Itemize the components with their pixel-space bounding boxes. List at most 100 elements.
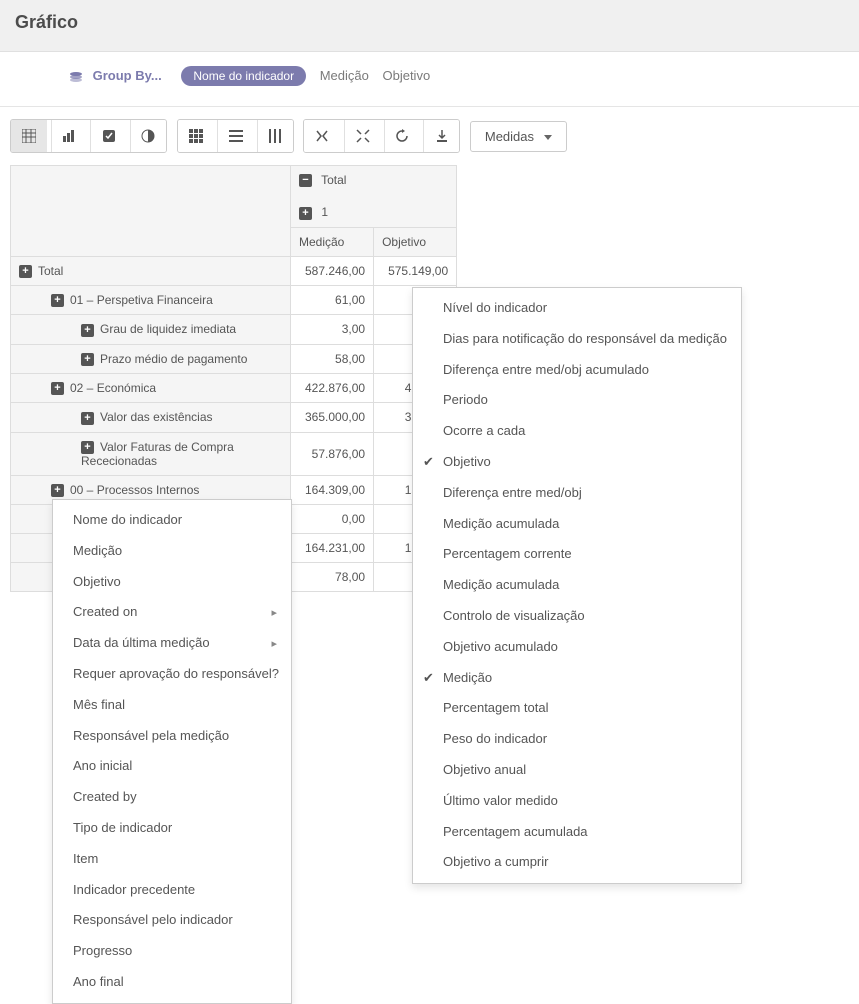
- context-menu-item[interactable]: Ano inicial: [53, 751, 291, 782]
- columns-icon-button[interactable]: [257, 120, 293, 152]
- pivot-row-header[interactable]: Valor Faturas de Compra Rececionadas: [11, 432, 291, 475]
- measures-menu-item[interactable]: Percentagem acumulada: [413, 817, 741, 848]
- group-by-bar: Group By... Nome do indicador Medição Ob…: [0, 52, 859, 107]
- measures-menu-item[interactable]: Nível do indicador: [413, 293, 741, 324]
- measures-menu-item[interactable]: Objetivo acumulado: [413, 632, 741, 663]
- row-label-text: 02 – Económica: [70, 381, 156, 395]
- measures-menu-item[interactable]: Diferença entre med/obj: [413, 478, 741, 509]
- expand-icon: [51, 484, 64, 497]
- expand-icon: [81, 353, 94, 366]
- cell-medicao: 164.231,00: [291, 534, 374, 563]
- download-button[interactable]: [423, 120, 459, 152]
- context-menu-item[interactable]: Created by: [53, 782, 291, 813]
- contrast-button[interactable]: [130, 120, 166, 152]
- measures-menu-item[interactable]: Dias para notificação do responsável da …: [413, 324, 741, 355]
- context-menu-item[interactable]: Objetivo: [53, 567, 291, 598]
- page-title: Gráfico: [15, 12, 844, 33]
- pivot-container: Total 1 Medição Objetivo Total587.246,00…: [0, 165, 859, 592]
- pivot-view-button[interactable]: [11, 120, 47, 152]
- pivot-row-header[interactable]: 01 – Perspetiva Financeira: [11, 285, 291, 314]
- refresh-button[interactable]: [384, 120, 420, 152]
- measure-col-header: Objetivo: [374, 227, 457, 256]
- pivot-row-header[interactable]: 02 – Económica: [11, 373, 291, 402]
- expand-icon: [81, 324, 94, 337]
- list-icon-button[interactable]: [217, 120, 253, 152]
- measures-menu-item[interactable]: Periodo: [413, 385, 741, 416]
- collapse-icon: [299, 174, 312, 187]
- measures-menu-item[interactable]: Objetivo: [413, 447, 741, 478]
- measures-menu-item[interactable]: Último valor medido: [413, 786, 741, 817]
- medidas-button[interactable]: Medidas: [470, 121, 567, 152]
- row-label-text: Grau de liquidez imediata: [100, 322, 236, 336]
- context-menu-item[interactable]: Mês final: [53, 690, 291, 721]
- expand-all-button[interactable]: [344, 120, 380, 152]
- submenu-caret-icon: ▸: [271, 636, 277, 654]
- cell-medicao: 61,00: [291, 285, 374, 314]
- pivot-row-header[interactable]: Total: [11, 256, 291, 285]
- context-menu-item[interactable]: Progresso: [53, 936, 291, 967]
- context-menu-item[interactable]: Medição: [53, 536, 291, 567]
- measures-menu-item[interactable]: Controlo de visualização: [413, 601, 741, 632]
- expand-icon: [51, 382, 64, 395]
- groupby-option[interactable]: Objetivo: [382, 68, 430, 83]
- cell-medicao: 78,00: [291, 563, 374, 592]
- cell-medicao: 0,00: [291, 505, 374, 534]
- layers-icon: [69, 68, 87, 83]
- measures-menu-item[interactable]: Diferença entre med/obj acumulado: [413, 355, 741, 386]
- group-by-button[interactable]: Group By...: [69, 68, 165, 83]
- row-label-text: Prazo médio de pagamento: [100, 352, 247, 366]
- context-menu-item[interactable]: Responsável pelo indicador: [53, 905, 291, 936]
- groupby-option[interactable]: Medição: [320, 68, 369, 83]
- pivot-row-header[interactable]: Prazo médio de pagamento: [11, 344, 291, 373]
- measures-dropdown: Nível do indicadorDias para notificação …: [412, 287, 742, 884]
- context-menu-item[interactable]: Created on▸: [53, 597, 291, 628]
- bar-chart-button[interactable]: [51, 120, 87, 152]
- context-menu-item[interactable]: Tipo de indicador: [53, 813, 291, 844]
- cell-medicao: 3,00: [291, 315, 374, 344]
- page-header: Gráfico: [0, 0, 859, 52]
- expand-icon: [299, 207, 312, 220]
- submenu-caret-icon: ▸: [271, 605, 277, 623]
- expand-horizontal-button[interactable]: [304, 120, 340, 152]
- context-menu-item[interactable]: Nome do indicador: [53, 505, 291, 536]
- cell-medicao: 365.000,00: [291, 403, 374, 432]
- corner-cell: [11, 166, 291, 257]
- expand-icon: [81, 441, 94, 454]
- row-label-text: Valor das existências: [100, 410, 213, 424]
- measure-col-header: Medição: [291, 227, 374, 256]
- context-menu-item[interactable]: Requer aprovação do responsável?: [53, 659, 291, 690]
- context-menu-item[interactable]: Ano final: [53, 967, 291, 998]
- measures-menu-item[interactable]: Medição acumulada: [413, 509, 741, 540]
- measures-menu-item[interactable]: Percentagem corrente: [413, 539, 741, 570]
- pivot-row-header[interactable]: Grau de liquidez imediata: [11, 315, 291, 344]
- measures-menu-item[interactable]: Objetivo a cumprir: [413, 847, 741, 878]
- measures-menu-item[interactable]: Peso do indicador: [413, 724, 741, 755]
- groupby-active-pill[interactable]: Nome do indicador: [181, 66, 306, 86]
- row-label-text: Valor Faturas de Compra Rececionadas: [81, 440, 234, 468]
- expand-icon: [81, 412, 94, 425]
- measures-menu-item[interactable]: Medição acumulada: [413, 570, 741, 601]
- measures-menu-item[interactable]: Medição: [413, 663, 741, 694]
- row-label-text: 01 – Perspetiva Financeira: [70, 293, 213, 307]
- measures-menu-item[interactable]: Objetivo anual: [413, 755, 741, 786]
- expand-icon: [51, 294, 64, 307]
- context-menu-item[interactable]: Data da última medição▸: [53, 628, 291, 659]
- checkbox-button[interactable]: [90, 120, 126, 152]
- cell-medicao: 57.876,00: [291, 432, 374, 475]
- context-menu-item[interactable]: Indicador precedente: [53, 875, 291, 906]
- cell-medicao: 164.309,00: [291, 475, 374, 504]
- caret-down-icon: [544, 135, 552, 140]
- grid-icon-button[interactable]: [178, 120, 214, 152]
- measures-menu-item[interactable]: Ocorre a cada: [413, 416, 741, 447]
- context-menu-item[interactable]: Item: [53, 844, 291, 875]
- cell-medicao: 422.876,00: [291, 373, 374, 402]
- measures-menu-item[interactable]: Percentagem total: [413, 693, 741, 724]
- col-total-header[interactable]: Total 1: [291, 166, 457, 228]
- view-mode-group: [10, 119, 167, 153]
- pivot-row-header[interactable]: Valor das existências: [11, 403, 291, 432]
- row-label-text: 00 – Processos Internos: [70, 483, 199, 497]
- expand-icon: [19, 265, 32, 278]
- context-menu-item[interactable]: Responsável pela medição: [53, 721, 291, 752]
- cell-medicao: 58,00: [291, 344, 374, 373]
- cell-objetivo: 575.149,00: [374, 256, 457, 285]
